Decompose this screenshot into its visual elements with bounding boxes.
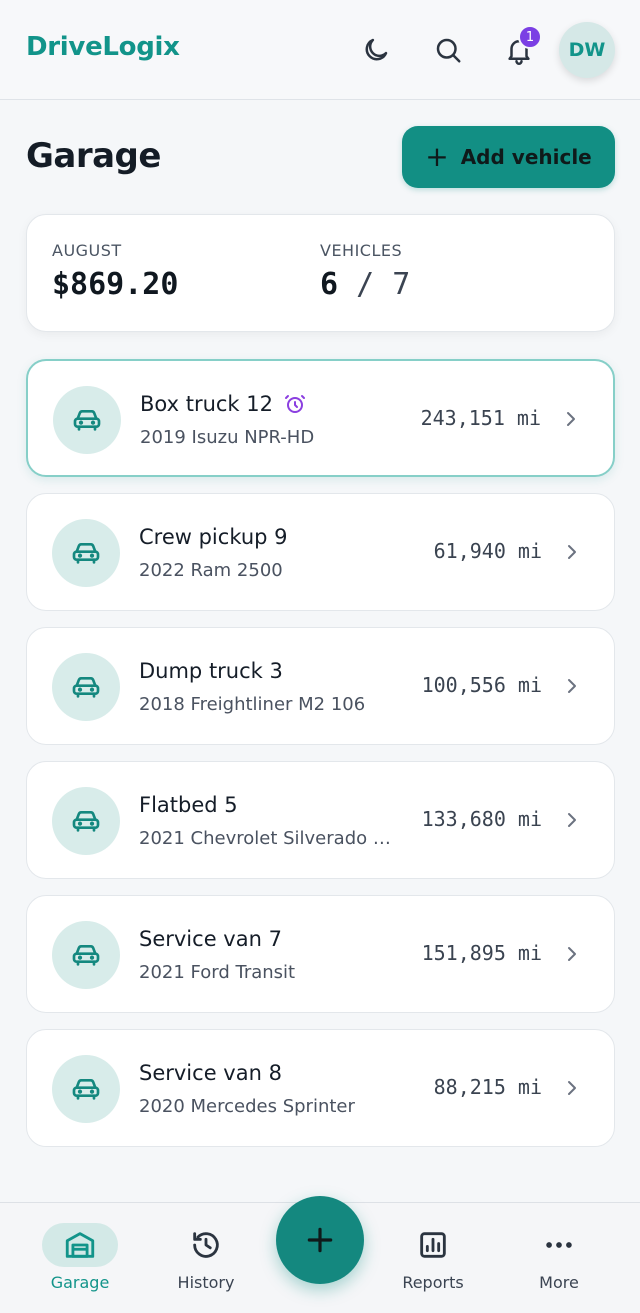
vehicle-card[interactable]: Service van 7 2021 Ford Transit 151,895 … <box>26 895 615 1013</box>
vehicle-name-row: Service van 8 <box>139 1061 282 1085</box>
vehicle-name-row: Dump truck 3 <box>139 659 283 683</box>
nav-more-label: More <box>539 1273 579 1292</box>
plus-icon: + <box>425 140 449 173</box>
month-label: AUGUST <box>52 241 122 260</box>
vehicle-name-row: Service van 7 <box>139 927 282 951</box>
car-icon <box>52 1055 120 1123</box>
garage-icon <box>65 1232 95 1258</box>
nav-history-label: History <box>177 1273 235 1292</box>
vehicle-model: 2018 Freightliner M2 106 <box>139 694 366 715</box>
notification-badge: 1 <box>518 25 542 49</box>
vehicle-card[interactable]: Flatbed 5 2021 Chevrolet Silverado … 133… <box>26 761 615 879</box>
vehicles-label: VEHICLES <box>320 241 403 260</box>
vehicle-name-row: Flatbed 5 <box>139 793 238 817</box>
more-icon <box>546 1242 572 1248</box>
car-icon <box>52 519 120 587</box>
vehicle-name: Service van 7 <box>139 927 282 951</box>
vehicle-mileage: 243,151 mi <box>420 406 541 430</box>
chevron-right-icon <box>568 679 576 693</box>
vehicle-model: 2021 Ford Transit <box>139 962 296 983</box>
reports-icon <box>420 1232 446 1258</box>
vehicle-name: Dump truck 3 <box>139 659 283 683</box>
app-header: DriveLogix 1 DW <box>0 0 640 100</box>
car-icon <box>53 386 121 454</box>
plus-icon <box>307 1227 333 1253</box>
vehicle-name-row: Crew pickup 9 <box>139 525 288 549</box>
page-title: Garage <box>26 136 161 176</box>
vehicle-mileage: 61,940 mi <box>433 539 542 563</box>
search-button[interactable] <box>428 30 468 70</box>
add-vehicle-label: Add vehicle <box>460 145 592 169</box>
nav-garage-label: Garage <box>50 1273 110 1292</box>
nav-reports[interactable]: Reports <box>373 1203 493 1313</box>
vehicle-model: 2019 Isuzu NPR-HD <box>140 427 315 448</box>
vehicle-mileage: 100,556 mi <box>421 673 542 697</box>
dark-mode-toggle[interactable] <box>356 30 396 70</box>
vehicle-card[interactable]: Box truck 12 2019 Isuzu NPR-HD 243,151 m… <box>26 359 615 477</box>
month-total: $869.20 <box>52 267 179 302</box>
car-icon <box>52 787 120 855</box>
add-vehicle-button[interactable]: + Add vehicle <box>402 126 615 188</box>
app-brand[interactable]: DriveLogix <box>26 32 180 62</box>
vehicle-card[interactable]: Service van 8 2020 Mercedes Sprinter 88,… <box>26 1029 615 1147</box>
summary-card: AUGUST $869.20 VEHICLES 6 / 7 <box>26 214 615 332</box>
chevron-right-icon <box>568 545 576 559</box>
vehicle-name: Box truck 12 <box>140 392 273 416</box>
vehicle-mileage: 151,895 mi <box>421 941 542 965</box>
nav-more[interactable]: More <box>499 1203 619 1313</box>
nav-history[interactable]: History <box>146 1203 266 1313</box>
vehicles-total: 7 <box>392 267 411 302</box>
vehicle-name: Service van 8 <box>139 1061 282 1085</box>
chevron-right-icon <box>567 412 575 426</box>
chevron-right-icon <box>568 1081 576 1095</box>
car-icon <box>52 653 120 721</box>
vehicle-name-row: Box truck 12 <box>140 392 307 416</box>
vehicles-count: 6 / 7 <box>320 267 410 302</box>
vehicle-name: Flatbed 5 <box>139 793 238 817</box>
vehicle-mileage: 133,680 mi <box>421 807 542 831</box>
moon-icon <box>365 38 388 61</box>
vehicle-card[interactable]: Crew pickup 9 2022 Ram 2500 61,940 mi <box>26 493 615 611</box>
history-icon <box>193 1232 219 1258</box>
chevron-right-icon <box>568 813 576 827</box>
car-icon <box>52 921 120 989</box>
search-icon <box>436 38 461 63</box>
nav-garage[interactable]: Garage <box>20 1203 140 1313</box>
vehicle-mileage: 88,215 mi <box>433 1075 542 1099</box>
vehicle-model: 2020 Mercedes Sprinter <box>139 1096 355 1117</box>
vehicles-separator: / <box>356 267 375 302</box>
alarm-icon <box>285 395 305 413</box>
avatar[interactable]: DW <box>559 22 615 78</box>
vehicle-model: 2022 Ram 2500 <box>139 560 283 581</box>
vehicle-model: 2021 Chevrolet Silverado … <box>139 828 391 849</box>
vehicles-active: 6 <box>320 267 339 302</box>
vehicle-card[interactable]: Dump truck 3 2018 Freightliner M2 106 10… <box>26 627 615 745</box>
vehicle-name: Crew pickup 9 <box>139 525 288 549</box>
chevron-right-icon <box>568 947 576 961</box>
add-fab-button[interactable] <box>276 1196 364 1284</box>
nav-reports-label: Reports <box>402 1273 464 1292</box>
notifications-button[interactable]: 1 <box>499 25 542 70</box>
